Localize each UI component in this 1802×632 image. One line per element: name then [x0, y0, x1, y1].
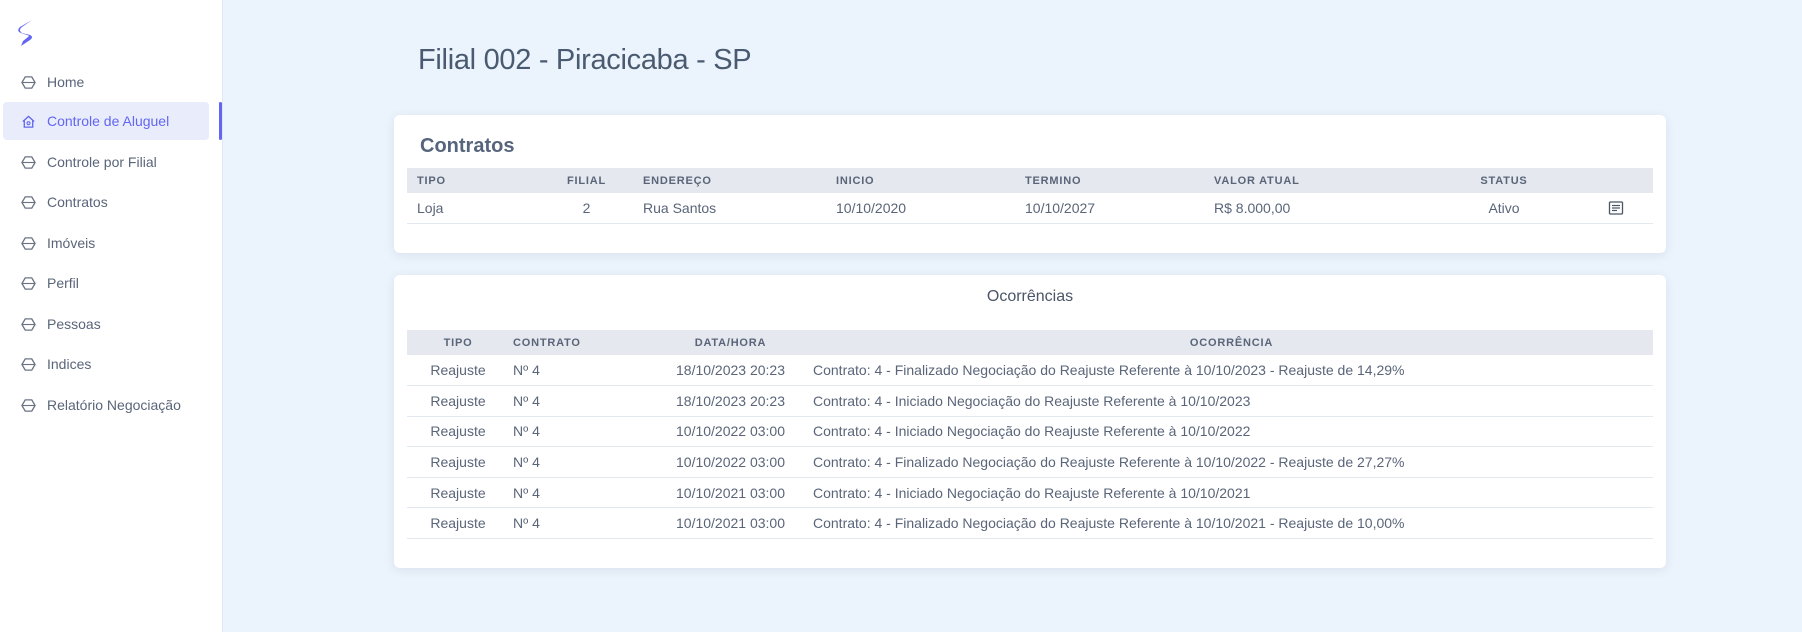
sidebar-item-indices[interactable]: Indices	[3, 345, 209, 383]
sidebar-item-label: Controle de Aluguel	[47, 113, 170, 129]
cell-ocorrencia: Contrato: 4 - Iniciado Negociação do Rea…	[810, 385, 1653, 417]
cell-contrato: Nº 4	[509, 416, 651, 448]
hexagon-icon	[19, 315, 37, 333]
cell-data: 10/10/2021 03:00	[651, 477, 810, 509]
sidebar-item-label: Controle por Filial	[47, 154, 157, 170]
cell-contrato: Nº 4	[509, 446, 651, 478]
home-icon	[19, 112, 37, 130]
cell-contrato: Nº 4	[509, 507, 651, 540]
hexagon-icon	[19, 355, 37, 373]
cell-ocorrencia: Contrato: 4 - Finalizado Negociação do R…	[810, 446, 1653, 478]
table-row[interactable]: Reajuste Nº 4 10/10/2022 03:00 Contrato:…	[407, 446, 1653, 478]
column-header[interactable]: INICIO	[831, 168, 1020, 193]
hexagon-icon	[19, 153, 37, 171]
cell-tipo: Reajuste	[407, 355, 509, 387]
cell-ocorrencia: Contrato: 4 - Iniciado Negociação do Rea…	[810, 477, 1653, 509]
cell-tipo: Loja	[407, 193, 535, 224]
ocorrencias-card: Ocorrências TIPO CONTRATO DATA/HORA OCOR…	[394, 275, 1666, 568]
table-row[interactable]: Loja 2 Rua Santos 10/10/2020 10/10/2027 …	[407, 193, 1653, 224]
sidebar-item-label: Perfil	[47, 275, 79, 291]
column-header[interactable]: VALOR ATUAL	[1209, 168, 1429, 193]
cell-data: 18/10/2023 20:23	[651, 385, 810, 417]
cell-inicio: 10/10/2020	[831, 193, 1020, 224]
table-row[interactable]: Reajuste Nº 4 10/10/2022 03:00 Contrato:…	[407, 416, 1653, 448]
table-row[interactable]: Reajuste Nº 4 10/10/2021 03:00 Contrato:…	[407, 477, 1653, 509]
cell-contrato: Nº 4	[509, 385, 651, 417]
page-title: Filial 002 - Piracicaba - SP	[418, 44, 752, 76]
contratos-card: Contratos TIPO FILIAL ENDEREÇO INICIO TE…	[394, 115, 1666, 253]
column-header[interactable]: TERMINO	[1020, 168, 1209, 193]
column-header[interactable]: TIPO	[407, 330, 509, 355]
sidebar-item-label: Pessoas	[47, 316, 101, 332]
cell-data: 10/10/2021 03:00	[651, 507, 810, 540]
cell-termino: 10/10/2027	[1020, 193, 1209, 224]
column-header[interactable]: OCORRÊNCIA	[810, 330, 1653, 355]
cell-data: 18/10/2023 20:23	[651, 355, 810, 387]
ocorrencias-table: TIPO CONTRATO DATA/HORA OCORRÊNCIA Reaju…	[407, 330, 1653, 540]
ocorrencias-title: Ocorrências	[986, 288, 1074, 305]
sidebar-item-pessoas[interactable]: Pessoas	[3, 305, 209, 343]
contratos-table: TIPO FILIAL ENDEREÇO INICIO TERMINO VALO…	[407, 168, 1653, 224]
cell-tipo: Reajuste	[407, 416, 509, 448]
sidebar-item-controle-de-aluguel[interactable]: Controle de Aluguel	[3, 102, 209, 140]
cell-status: Ativo	[1429, 193, 1579, 224]
column-header[interactable]: CONTRATO	[509, 330, 651, 355]
sidebar-item-label: Indices	[47, 356, 92, 372]
hexagon-icon	[19, 396, 37, 414]
column-header[interactable]: STATUS	[1429, 168, 1579, 193]
logo-icon[interactable]	[16, 18, 38, 48]
cell-tipo: Reajuste	[407, 446, 509, 478]
sidebar-item-imoveis[interactable]: Imóveis	[3, 224, 209, 262]
column-header[interactable]: ENDEREÇO	[638, 168, 831, 193]
hexagon-icon	[19, 234, 37, 252]
sidebar-item-contratos[interactable]: Contratos	[3, 183, 209, 221]
cell-valor: R$ 8.000,00	[1209, 193, 1429, 224]
cell-contrato: Nº 4	[509, 477, 651, 509]
cell-filial: 2	[535, 193, 638, 224]
cell-data: 10/10/2022 03:00	[651, 416, 810, 448]
cell-contrato: Nº 4	[509, 355, 651, 387]
cell-ocorrencia: Contrato: 4 - Finalizado Negociação do R…	[810, 507, 1653, 540]
hexagon-icon	[19, 193, 37, 211]
sidebar-item-label: Imóveis	[47, 235, 96, 251]
column-header[interactable]: DATA/HORA	[651, 330, 810, 355]
column-header	[1579, 168, 1653, 193]
active-indicator	[219, 102, 222, 140]
table-row[interactable]: Reajuste Nº 4 18/10/2023 20:23 Contrato:…	[407, 385, 1653, 417]
cell-action	[1579, 193, 1653, 224]
table-row[interactable]: Reajuste Nº 4 18/10/2023 20:23 Contrato:…	[407, 355, 1653, 387]
document-icon[interactable]	[1608, 200, 1624, 216]
cell-data: 10/10/2022 03:00	[651, 446, 810, 478]
column-header[interactable]: TIPO	[407, 168, 535, 193]
column-header[interactable]: FILIAL	[535, 168, 638, 193]
cell-endereco: Rua Santos	[638, 193, 831, 224]
table-header-row: TIPO CONTRATO DATA/HORA OCORRÊNCIA	[407, 330, 1653, 355]
hexagon-icon	[19, 73, 37, 91]
sidebar-item-label: Relatório Negociação	[47, 397, 181, 413]
table-header-row: TIPO FILIAL ENDEREÇO INICIO TERMINO VALO…	[407, 168, 1653, 193]
sidebar-item-label: Contratos	[47, 194, 108, 210]
hexagon-icon	[19, 274, 37, 292]
sidebar-item-home[interactable]: Home	[3, 63, 209, 101]
cell-tipo: Reajuste	[407, 507, 509, 540]
sidebar-item-perfil[interactable]: Perfil	[3, 264, 209, 302]
sidebar-item-label: Home	[47, 74, 85, 90]
sidebar: Home Controle de Aluguel Controle por Fi…	[0, 0, 223, 632]
table-row[interactable]: Reajuste Nº 4 10/10/2021 03:00 Contrato:…	[407, 507, 1653, 540]
sidebar-item-relatorio-negociacao[interactable]: Relatório Negociação	[3, 386, 209, 424]
contratos-title: Contratos	[420, 135, 515, 157]
cell-tipo: Reajuste	[407, 385, 509, 417]
cell-tipo: Reajuste	[407, 477, 509, 509]
cell-ocorrencia: Contrato: 4 - Finalizado Negociação do R…	[810, 355, 1653, 387]
cell-ocorrencia: Contrato: 4 - Iniciado Negociação do Rea…	[810, 416, 1653, 448]
sidebar-item-controle-por-filial[interactable]: Controle por Filial	[3, 143, 209, 181]
